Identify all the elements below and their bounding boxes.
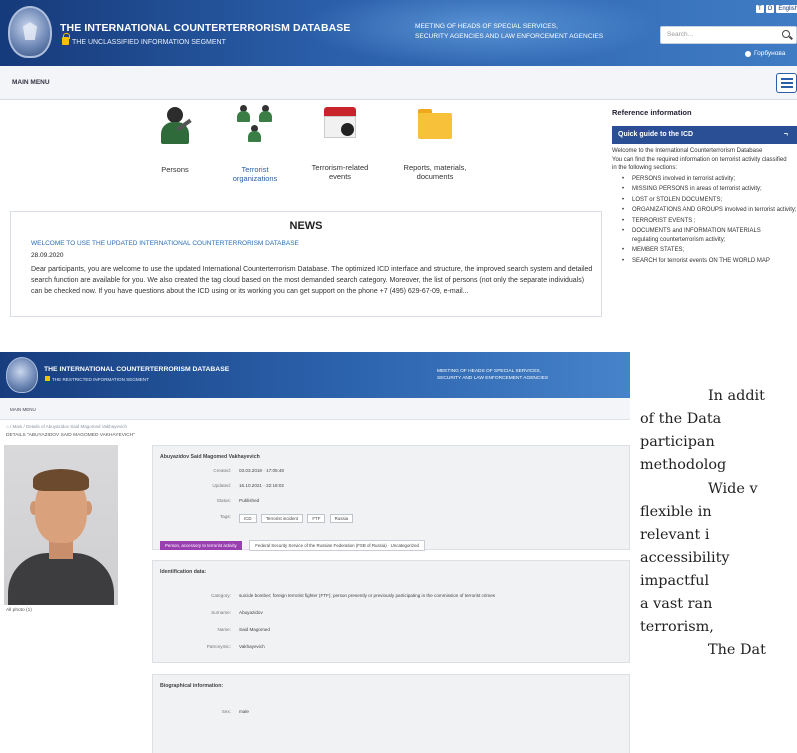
tag-list: ICD Terrorist incident FTF Russia [239, 514, 356, 523]
site-title: THE INTERNATIONAL COUNTERTERRORISM DATAB… [44, 366, 230, 373]
article-line: methodolog [640, 457, 727, 473]
person-icon [158, 105, 192, 145]
category-badge[interactable]: Person, accessory to terrorist activity [160, 541, 242, 550]
folder-icon [418, 109, 452, 139]
calendar-bomb-icon [324, 107, 356, 141]
segment-subtitle: THE UNCLASSIFIED INFORMATION SEGMENT [72, 39, 226, 46]
tile-terrorism-events[interactable]: Terrorism-related events [295, 107, 385, 181]
created-value: 03.03.2018 · 17:05:48 [239, 468, 284, 473]
category-value: suicide bomber; foreign terrorist fighte… [239, 593, 496, 598]
identification-panel: Identification data: Category: suicide b… [152, 560, 630, 663]
tile-persons-label: Persons [161, 165, 189, 174]
meeting-caption: MEETING OF HEADS OF SPECIAL SERVICES, SE… [415, 23, 604, 40]
main-menu-label[interactable]: MAIN MENU [10, 407, 36, 412]
icd-restricted-screenshot: THE INTERNATIONAL COUNTERTERRORISM DATAB… [0, 352, 630, 753]
group-icon [235, 105, 275, 147]
tile-reports-documents[interactable]: Reports, materials, documents [390, 109, 480, 181]
record-panel: Abuyazidov Said Magomed Vakhayevich Crea… [152, 445, 630, 552]
biographical-panel: Biographical information: Sex: male [152, 674, 630, 753]
patronymic-value: Vakhayevich [239, 644, 265, 649]
tag-chip[interactable]: Terrorist incident [260, 514, 304, 523]
article-line: The Dat [708, 642, 766, 658]
tag-chip[interactable]: FTF [307, 514, 326, 523]
news-body: Dear participants, you are welcome to us… [31, 266, 593, 295]
organization-row: Person, accessory to terrorist activity … [160, 534, 425, 552]
biographical-title: Biographical information: [160, 683, 224, 689]
article-line: impactful [640, 573, 710, 589]
main-menu-label[interactable]: MAIN MENU [12, 79, 50, 86]
article-line: flexible in [640, 504, 712, 520]
details-title: DETAILS "ABUYAZIDOV SAID MAGOMED VAKHAYE… [6, 433, 135, 438]
article-text-column: In addit of the Data participan methodol… [640, 0, 797, 753]
breadcrumb[interactable]: ⌂ / Main / Details of Abuyazidov Said Ma… [6, 424, 127, 429]
name-value: Said Magomed [239, 627, 270, 632]
article-line: a vast ran [640, 596, 713, 612]
tile-terrorism-events-label: Terrorism-related events [311, 163, 369, 181]
meeting-caption: MEETING OF HEADS OF SPECIAL SERVICES, SE… [437, 369, 549, 381]
tile-reports-documents-label: Reports, materials, documents [403, 163, 467, 181]
status-value: Published [239, 498, 260, 503]
lock-icon [62, 33, 70, 45]
article-line: accessibility [640, 550, 730, 566]
article-line: terrorism, [640, 619, 714, 635]
article-line: In addit [708, 388, 765, 404]
article-line: relevant i [640, 527, 710, 543]
news-title: NEWS [289, 220, 323, 232]
tile-terrorist-organizations-label: Terrorist organizations [232, 165, 278, 183]
tile-terrorist-organizations[interactable]: Terrorist organizations [210, 105, 300, 183]
article-line: participan [640, 434, 715, 450]
person-photo[interactable] [4, 445, 118, 605]
site-header-restricted: THE INTERNATIONAL COUNTERTERRORISM DATAB… [0, 352, 630, 398]
record-name: Abuyazidov Said Magomed Vakhayevich [160, 454, 260, 460]
source-organization: Federal Security Service of the Russian … [249, 540, 425, 551]
article-line: of the Data [640, 411, 722, 427]
tag-chip[interactable]: Russia [329, 514, 354, 523]
main-menu-bar: MAIN MENU [0, 398, 630, 420]
tag-chip[interactable]: ICD [239, 514, 257, 523]
article-line: Wide v [708, 481, 758, 497]
lock-icon [45, 376, 50, 381]
sex-value: male [239, 709, 249, 714]
news-date: 28.09.2020 [31, 252, 64, 259]
surname-value: Abuyazidov [239, 610, 263, 615]
news-panel: NEWS WELCOME TO USE THE UPDATED INTERNAT… [10, 211, 602, 317]
news-headline-link[interactable]: WELCOME TO USE THE UPDATED INTERNATIONAL… [31, 240, 299, 247]
category-tiles: Persons Terrorist organizations Terroris… [130, 105, 520, 195]
updated-value: 16.10.2021 · 22:18:02 [239, 483, 284, 488]
segment-subtitle: THE RESTRICTED INFORMATION SEGMENT [52, 377, 149, 382]
site-title: THE INTERNATIONAL COUNTERTERRORISM DATAB… [60, 22, 351, 34]
identification-title: Identification data: [160, 569, 207, 575]
tile-persons[interactable]: Persons [130, 105, 220, 174]
emblem-logo[interactable] [6, 357, 38, 393]
emblem-logo[interactable] [8, 6, 52, 58]
all-photo-link[interactable]: All photo (1) [6, 608, 32, 613]
